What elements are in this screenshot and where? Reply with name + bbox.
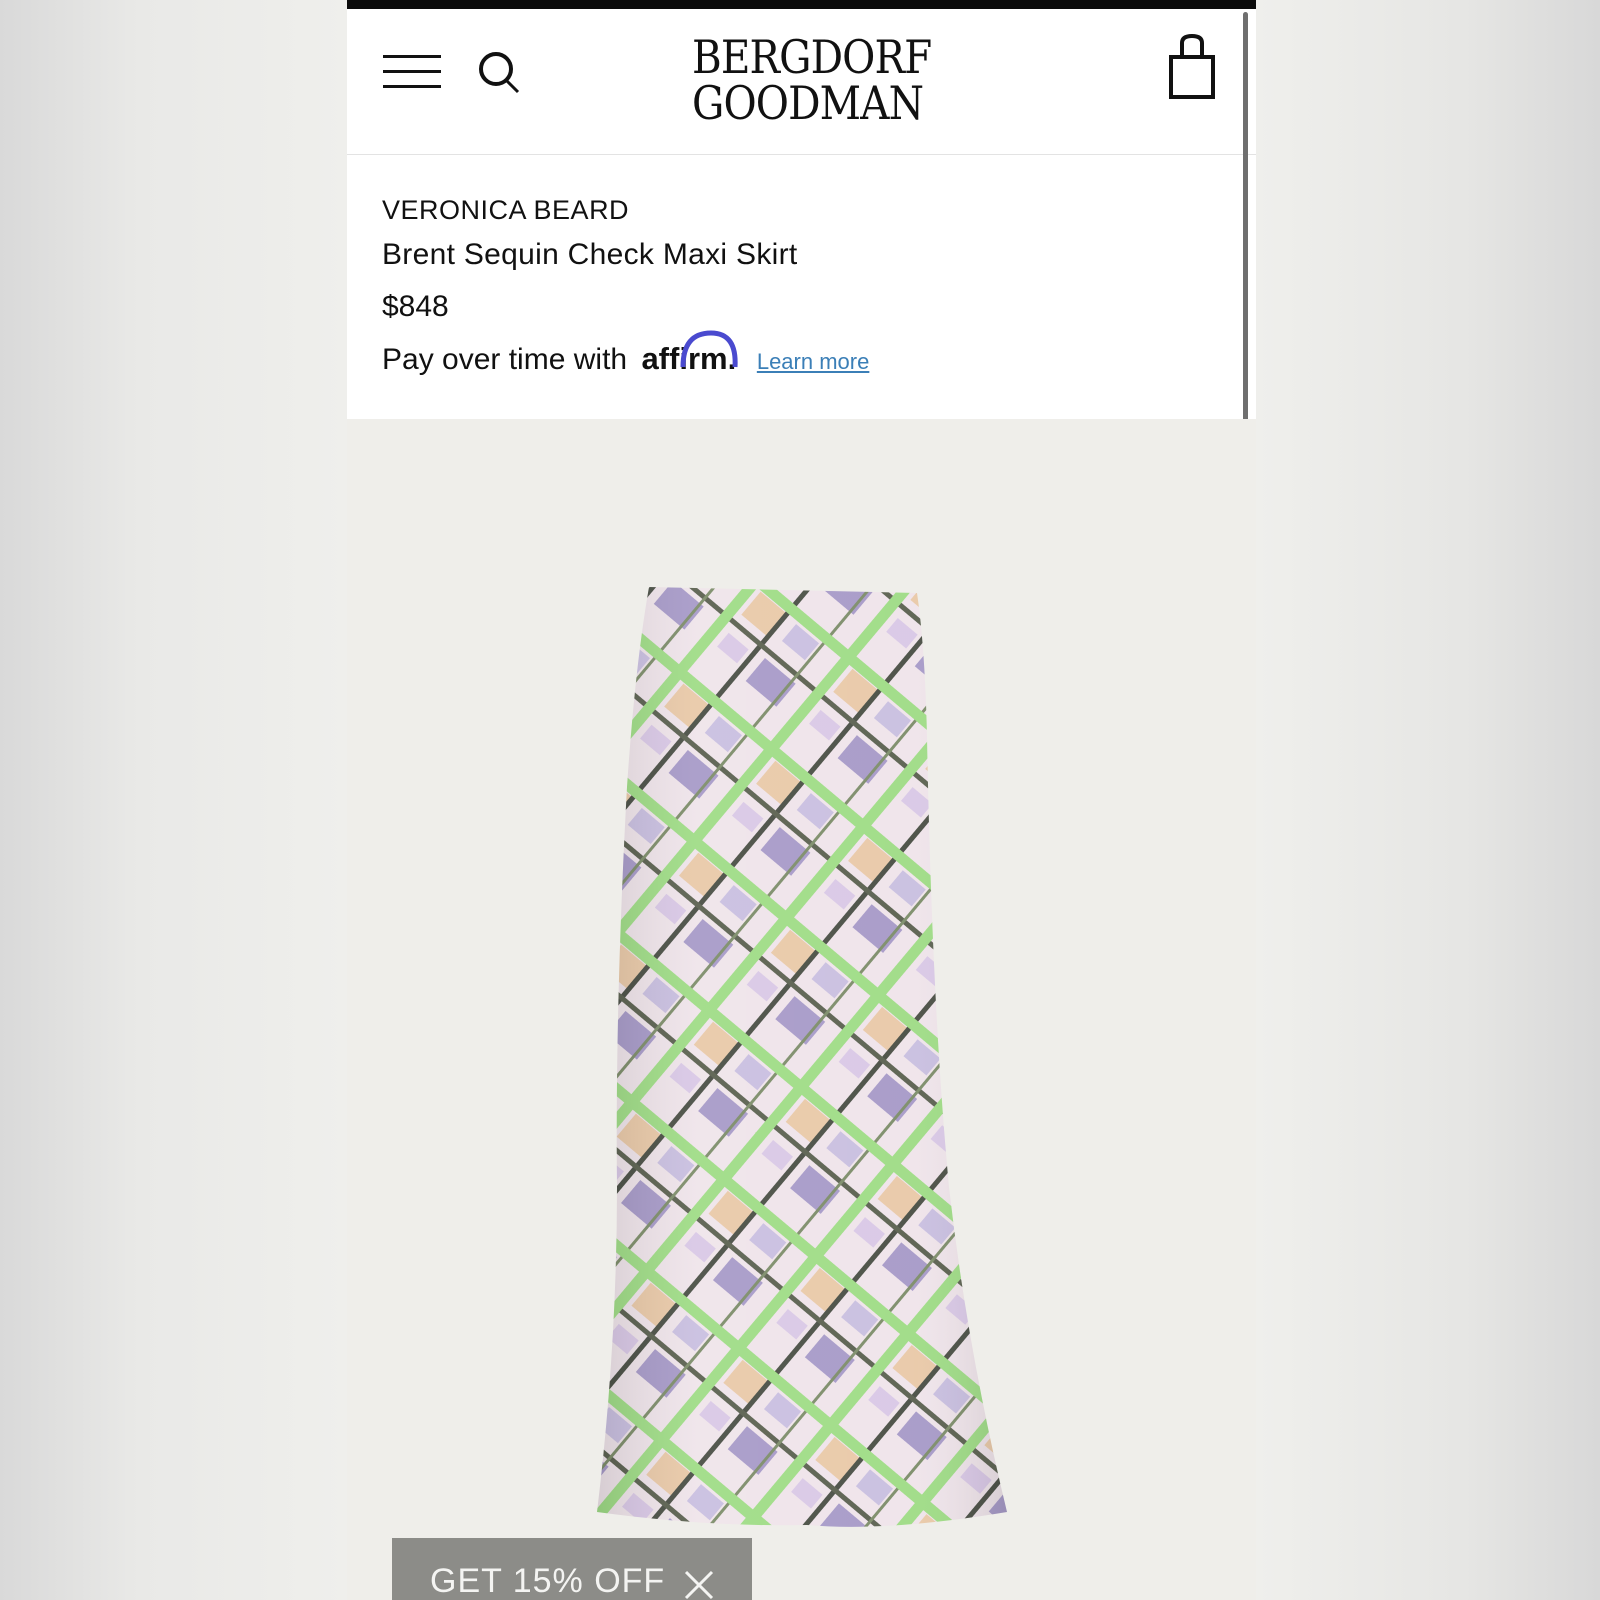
product-title: Brent Sequin Check Maxi Skirt (382, 238, 798, 271)
background-right (1256, 0, 1600, 1600)
product-image-area (347, 419, 1256, 1600)
affirm-logo: affirm. (641, 330, 744, 376)
financing-text: Pay over time with (382, 343, 628, 376)
product-brand[interactable]: VERONICA BEARD (382, 195, 629, 226)
scrollbar[interactable] (1243, 12, 1248, 437)
site-header: BERGDORF GOODMAN (347, 9, 1256, 155)
learn-more-link[interactable]: Learn more (757, 349, 870, 374)
product-image-skirt[interactable] (587, 587, 1027, 1527)
search-icon[interactable] (474, 47, 528, 101)
product-price: $848 (382, 290, 449, 323)
affirm-financing: Pay over time with affirm. Learn more (382, 330, 870, 381)
promo-label[interactable]: GET 15% OFF (430, 1562, 665, 1600)
shopping-bag-icon[interactable] (1167, 31, 1219, 103)
close-icon[interactable] (682, 1568, 716, 1600)
status-bar (347, 0, 1256, 9)
product-info: VERONICA BEARD Brent Sequin Check Maxi S… (347, 155, 1256, 419)
phone-screen: BERGDORF GOODMAN VERONICA BEARD Brent Se… (347, 0, 1256, 1600)
logo-line-2: GOODMAN (692, 76, 924, 130)
affirm-arc-icon (680, 330, 738, 368)
discount-promo-tab[interactable]: GET 15% OFF (392, 1538, 752, 1600)
hamburger-menu-icon[interactable] (383, 52, 441, 92)
logo-line-1: BERGDORF (692, 30, 932, 84)
site-logo[interactable]: BERGDORF GOODMAN (692, 30, 932, 134)
background-left (0, 0, 347, 1600)
